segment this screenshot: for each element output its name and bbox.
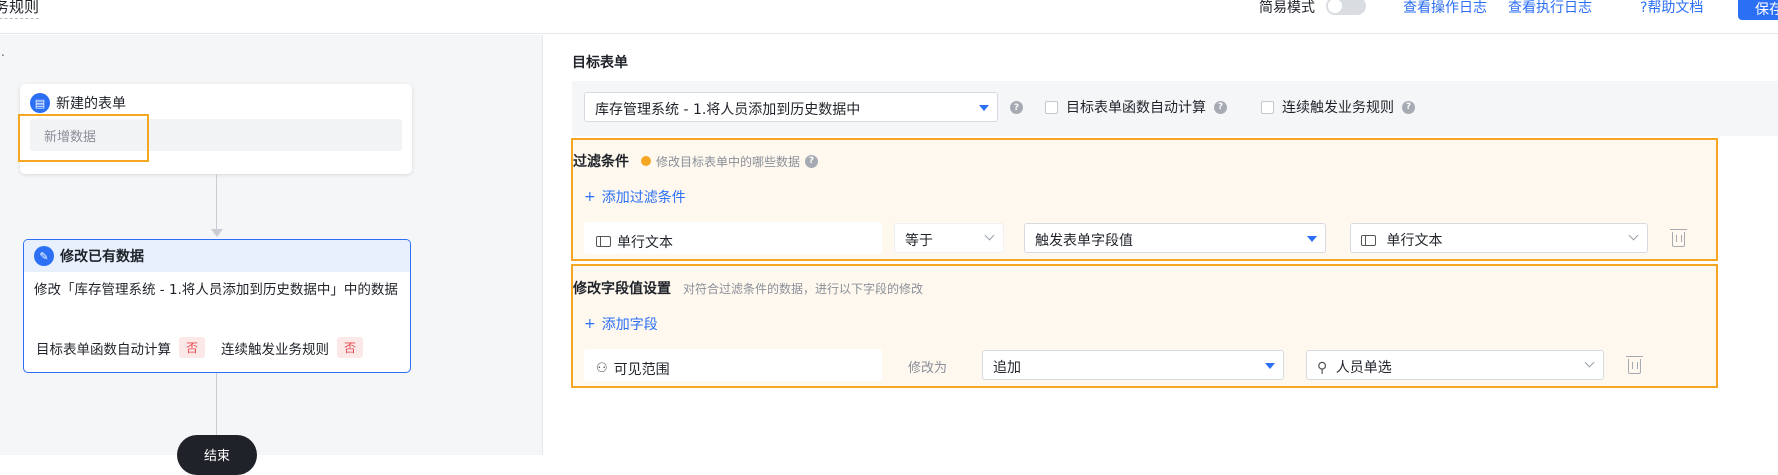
execution-log-link[interactable]: 查看执行日志 (1508, 0, 1592, 17)
modify-mode-value: 追加 (993, 360, 1021, 376)
chain-trigger-checkbox[interactable]: 连续触发业务规则 ? (1261, 97, 1415, 117)
filter-value-type-select[interactable]: 触发表单字段值 (1024, 223, 1326, 253)
end-node[interactable]: 结束 (177, 435, 257, 475)
delete-icon[interactable] (1626, 356, 1643, 374)
modify-value-field: 人员单选 (1335, 360, 1392, 376)
modify-value-field-select[interactable]: ⚲ 人员单选 (1306, 350, 1604, 380)
help-icon[interactable]: ? (1402, 100, 1415, 114)
chevron-down-icon (1628, 230, 1639, 241)
highlight-box (18, 114, 149, 162)
simple-mode-toggle[interactable] (1326, 0, 1366, 15)
help-icon[interactable]: ? (1214, 100, 1227, 114)
flag-chain-trigger-label: 连续触发业务规则 (221, 341, 330, 358)
modify-hint: 对符合过滤条件的数据，进行以下字段的修改 (683, 281, 924, 296)
toggle-knob (1328, 0, 1342, 13)
target-form-label: 目标表单 (572, 55, 628, 71)
text-field-icon (1361, 235, 1376, 246)
user-icon: ⚲ (1317, 360, 1328, 376)
target-form-select[interactable]: 库存管理系统 - 1.将人员添加到历史数据中 (584, 92, 998, 122)
add-field-button[interactable]: + 添加字段 (584, 314, 658, 334)
filter-value-field: 单行文本 (1386, 233, 1443, 249)
save-button[interactable]: 保存 (1738, 0, 1778, 20)
checkbox-box[interactable] (1261, 100, 1274, 114)
delete-icon[interactable] (1670, 229, 1687, 247)
filter-value-type: 触发表单字段值 (1035, 233, 1133, 249)
help-icon[interactable]: ? (805, 154, 819, 168)
modify-label: 修改字段值设置 (573, 281, 671, 297)
filter-value-field-select[interactable]: 单行文本 (1350, 223, 1648, 253)
auto-calc-label: 目标表单函数自动计算 (1066, 100, 1206, 116)
filter-label: 过滤条件 (573, 154, 629, 170)
flag-auto-calc-label: 目标表单函数自动计算 (36, 341, 171, 358)
plus-icon: + (584, 189, 596, 205)
filter-hint: 修改目标表单中的哪些数据 ? (641, 153, 819, 170)
checkbox-box[interactable] (1045, 100, 1058, 114)
modify-to-label: 修改为 (908, 361, 948, 376)
add-field-label: 添加字段 (601, 317, 658, 333)
filter-section-header: 过滤条件 修改目标表单中的哪些数据 ? (573, 151, 819, 171)
chevron-down-icon (1584, 357, 1595, 368)
modify-field-label: 可见范围 (613, 361, 670, 378)
operation-log-link[interactable]: 查看操作日志 (1403, 0, 1487, 17)
user-group-icon: ⚇ (596, 361, 608, 376)
canvas-marker: . (1, 45, 5, 59)
node-new-form-title: 新建的表单 (56, 96, 126, 112)
text-field-icon (596, 236, 611, 247)
config-panel: 目标表单 库存管理系统 - 1.将人员添加到历史数据中 ? 目标表单函数自动计算… (544, 35, 1778, 455)
node-modify-title: 修改已有数据 (60, 249, 144, 265)
chevron-down-icon (984, 230, 995, 241)
connector-line (216, 174, 217, 229)
filter-field[interactable]: 单行文本 (584, 222, 882, 254)
flag-auto-calc-value: 否 (179, 337, 206, 358)
form-icon: ▤ (30, 93, 50, 113)
warning-dot-icon (641, 156, 651, 166)
node-modify-header: ✎ 修改已有数据 (24, 240, 410, 266)
flow-canvas: . ▤ 新建的表单 新增数据 ✎ 修改已有数据 修改「库存管理系统 - 1.将人… (0, 35, 543, 475)
node-modify-data[interactable]: ✎ 修改已有数据 修改「库存管理系统 - 1.将人员添加到历史数据中」中的数据 … (23, 239, 411, 373)
caret-down-icon (1265, 363, 1275, 369)
node-new-form-header: ▤ 新建的表单 (20, 84, 412, 113)
connector-arrow (211, 229, 223, 237)
filter-field-label: 单行文本 (617, 234, 673, 251)
plus-icon: + (584, 316, 596, 332)
modify-section-header: 修改字段值设置 对符合过滤条件的数据，进行以下字段的修改 (573, 278, 923, 298)
flag-chain-trigger-value: 否 (337, 337, 364, 358)
help-doc-label: 帮助文档 (1647, 0, 1704, 16)
node-modify-desc: 修改「库存管理系统 - 1.将人员添加到历史数据中」中的数据 (34, 282, 398, 298)
connector-line (216, 373, 217, 435)
auto-calc-checkbox[interactable]: 目标表单函数自动计算 ? (1045, 97, 1227, 117)
chain-trigger-label: 连续触发业务规则 (1282, 100, 1394, 116)
filter-operator-value: 等于 (905, 233, 933, 249)
filter-operator-select[interactable]: 等于 (894, 223, 1004, 253)
top-bar: 务规则 简易模式 查看操作日志 查看执行日志 ?帮助文档 保存 (0, 0, 1778, 34)
caret-down-icon (1307, 236, 1317, 242)
modify-field[interactable]: ⚇ 可见范围 (584, 349, 882, 381)
help-doc-link[interactable]: ?帮助文档 (1640, 0, 1703, 17)
edit-icon: ✎ (34, 246, 54, 266)
help-icon[interactable]: ? (1010, 101, 1023, 114)
add-filter-label: 添加过滤条件 (601, 190, 686, 206)
caret-down-icon (979, 105, 989, 111)
filter-hint-text: 修改目标表单中的哪些数据 (656, 154, 801, 169)
node-modify-flags: 目标表单函数自动计算 否 连续触发业务规则 否 (36, 337, 371, 358)
modify-mode-select[interactable]: 追加 (982, 350, 1284, 380)
add-filter-button[interactable]: + 添加过滤条件 (584, 187, 686, 207)
page-title: 务规则 (0, 0, 40, 19)
simple-mode-label: 简易模式 (1259, 0, 1315, 16)
target-form-value: 库存管理系统 - 1.将人员添加到历史数据中 (595, 102, 861, 118)
